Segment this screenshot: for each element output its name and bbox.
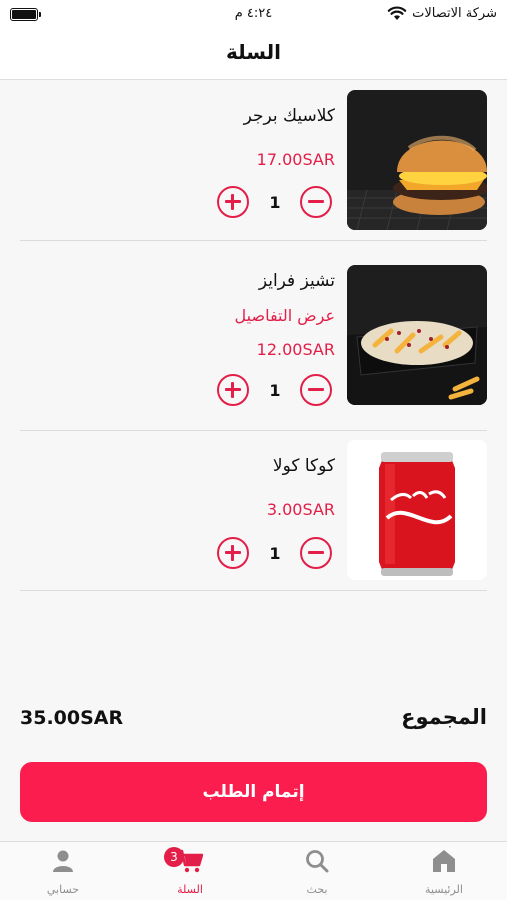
minus-icon xyxy=(308,200,324,203)
plus-icon xyxy=(231,194,234,210)
item-price: 17.00SAR xyxy=(256,150,335,169)
wifi-icon xyxy=(387,6,407,20)
quantity-value: 1 xyxy=(269,381,281,400)
coca-cola-image xyxy=(347,440,487,580)
user-icon xyxy=(53,850,73,872)
tab-bar: حسابي 3 السلة بحث الرئيسية xyxy=(0,841,507,900)
plus-icon xyxy=(231,545,234,561)
cart-item: كوكا كولا 3.00SAR 1 xyxy=(20,431,487,591)
status-bar: ٤:٢٤ م شركة الاتصالات xyxy=(0,0,507,30)
tab-search[interactable]: بحث xyxy=(254,842,380,900)
tab-cart-label: السلة xyxy=(177,883,203,896)
tab-search-label: بحث xyxy=(306,883,328,896)
decrease-quantity-button[interactable] xyxy=(300,186,332,218)
quantity-value: 1 xyxy=(269,544,281,563)
tab-cart[interactable]: 3 السلة xyxy=(127,842,253,900)
carrier-name: شركة الاتصالات xyxy=(412,6,497,21)
tab-account-label: حسابي xyxy=(46,883,80,896)
view-details-link[interactable]: عرض التفاصيل xyxy=(235,306,335,325)
tab-account[interactable]: حسابي xyxy=(0,842,126,900)
item-name: تشيز فرايز xyxy=(258,271,335,291)
quantity-value: 1 xyxy=(269,193,281,212)
cart-item: تشيز فرايز عرض التفاصيل 12.00SAR 1 xyxy=(20,256,487,431)
checkout-button[interactable]: إتمام الطلب xyxy=(20,762,487,822)
tab-home[interactable]: الرئيسية xyxy=(381,842,507,900)
search-icon xyxy=(306,850,329,873)
home-icon xyxy=(433,850,455,872)
increase-quantity-button[interactable] xyxy=(217,186,249,218)
page-title: السلة xyxy=(225,40,281,64)
minus-icon xyxy=(308,551,324,554)
decrease-quantity-button[interactable] xyxy=(300,537,332,569)
cheese-fries-image xyxy=(347,265,487,405)
plus-icon xyxy=(231,382,234,398)
item-name: كوكا كولا xyxy=(272,456,335,476)
item-price: 12.00SAR xyxy=(256,340,335,359)
navigation-bar: السلة xyxy=(0,30,507,80)
cart-count-badge: 3 xyxy=(164,847,184,867)
item-price: 3.00SAR xyxy=(266,500,335,519)
total-label: المجموع xyxy=(401,705,487,729)
increase-quantity-button[interactable] xyxy=(217,374,249,406)
item-name: كلاسيك برجر xyxy=(243,106,335,126)
decrease-quantity-button[interactable] xyxy=(300,374,332,406)
minus-icon xyxy=(308,388,324,391)
increase-quantity-button[interactable] xyxy=(217,537,249,569)
classic-burger-image xyxy=(347,90,487,230)
total-value: 35.00SAR xyxy=(20,707,124,729)
cart-content: كلاسيك برجر 17.00SAR 1 تشيز فرايز عرض ال… xyxy=(0,81,507,841)
cart-item: كلاسيك برجر 17.00SAR 1 xyxy=(20,81,487,241)
tab-home-label: الرئيسية xyxy=(425,883,463,896)
